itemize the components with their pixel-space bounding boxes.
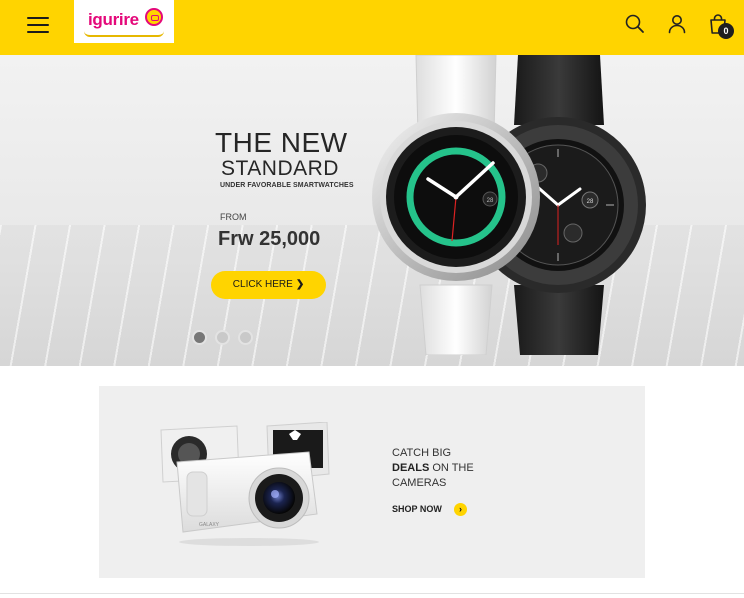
slider-dot-1[interactable] <box>192 330 207 345</box>
logo-swoosh <box>84 31 164 37</box>
slider-dot-3[interactable] <box>238 330 253 345</box>
logo-text: igurire <box>88 10 139 29</box>
hero-price: Frw 25,000 <box>218 228 321 250</box>
promo-line2-rest: ON THE <box>429 462 474 474</box>
menu-icon[interactable] <box>27 15 49 35</box>
shop-now-link[interactable]: SHOP NOW <box>392 504 442 514</box>
hero-from-label: FROM <box>220 212 247 222</box>
cart-count-badge: 0 <box>718 23 734 39</box>
site-header: igurire 0 <box>0 0 744 55</box>
click-here-button[interactable]: CLICK HERE ❯ <box>211 271 326 299</box>
watch-date-1: 28 <box>487 198 494 204</box>
hero-title-line1: THE NEW <box>215 127 348 158</box>
watch-date-2: 28 <box>587 199 594 205</box>
user-icon[interactable] <box>665 12 689 36</box>
search-icon[interactable] <box>623 12 647 36</box>
promo-line3: CAMERAS <box>392 477 447 489</box>
logo[interactable]: igurire <box>74 0 174 43</box>
promo-line2: DEALS ON THE <box>392 462 474 474</box>
logo-mark-icon <box>145 8 163 26</box>
click-here-label: CLICK HERE <box>232 279 293 290</box>
svg-text:GALAXY: GALAXY <box>199 522 220 528</box>
camera-image: GALAXY <box>160 422 330 546</box>
promo-deals-text: DEALS <box>392 462 430 474</box>
promo-line1: CATCH BIG <box>392 447 452 459</box>
chevron-right-icon[interactable]: › <box>454 503 467 516</box>
section-divider <box>0 593 744 594</box>
chevron-right-icon: ❯ <box>295 279 305 290</box>
slider-dot-2[interactable] <box>215 330 230 345</box>
hero-banner[interactable]: 28 28 THE NEW STANDARD UNDER FAVORABLE S… <box>0 55 744 366</box>
smartwatch-image: 28 28 <box>372 55 646 355</box>
hero-title-line2: STANDARD <box>221 157 339 180</box>
camera-promo-banner[interactable]: GALAXY CATCH BIG DEALS ON THE CAMERAS SH… <box>99 386 645 578</box>
hero-subtitle: UNDER FAVORABLE SMARTWATCHES <box>220 182 354 189</box>
